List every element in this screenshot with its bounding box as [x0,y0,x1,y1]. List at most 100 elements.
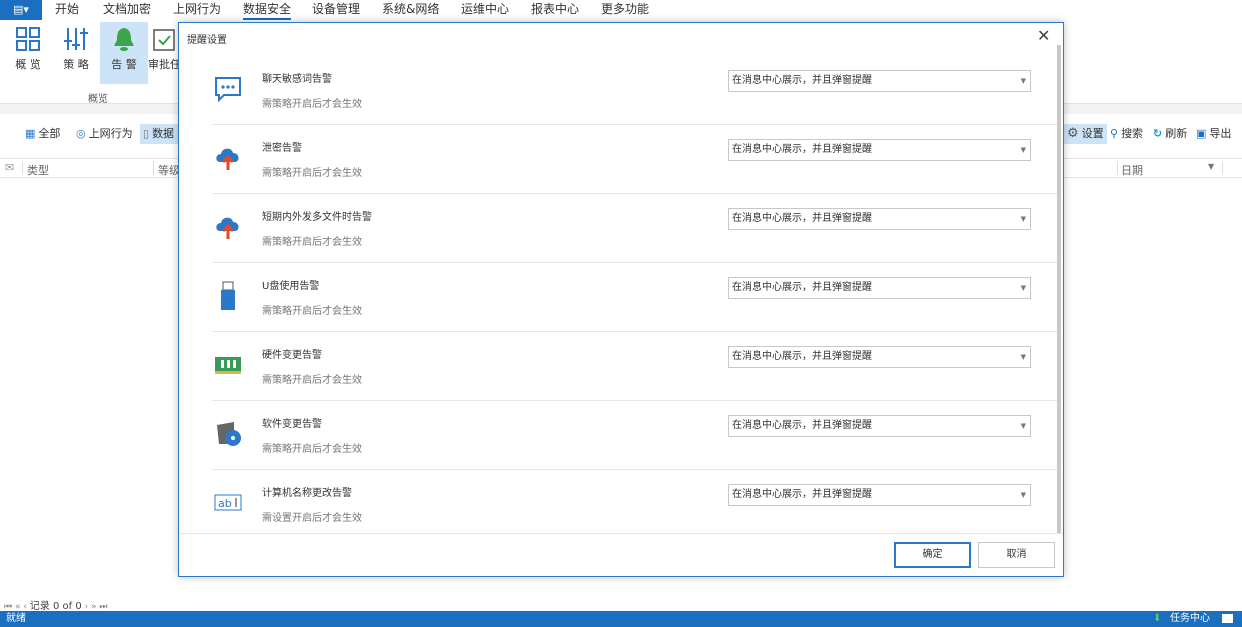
row-title: 短期内外发多文件时告警 [262,212,372,223]
filter-web-label: 上网行为 [88,127,133,140]
document-icon: ▯ [143,127,150,140]
filter-web-behavior[interactable]: ◎ 上网行为 [73,124,136,144]
alert-label: 告 警 [111,58,137,71]
menu-doc-encrypt[interactable]: 文档加密 [103,0,151,20]
overview-button[interactable]: 概 览 [4,22,52,84]
close-icon[interactable]: ✕ [1037,26,1050,45]
row-title: 聊天敏感词告警 [262,74,332,85]
status-text: 就绪 [6,613,26,624]
select-value: 在消息中心展示，并且弹窗提醒 [732,420,872,431]
chevron-down-icon: ▼ [1020,353,1026,361]
chat-icon [212,74,244,104]
filter-all-label: 全部 [38,127,61,140]
list-item: U盘使用告警 需策略开启后才会生效 在消息中心展示，并且弹窗提醒 ▼ [212,263,1057,332]
select-value: 在消息中心展示，并且弹窗提醒 [732,351,872,362]
globe-search-icon: ◎ [76,127,86,140]
grid-icon [4,22,52,56]
dialog-title: 提醒设置 [187,35,227,46]
menu-bar: ▤▾ 开始 文档加密 上网行为 数据安全 设备管理 系统&网络 运维中心 报表中… [0,0,1242,20]
select-value: 在消息中心展示，并且弹窗提醒 [732,489,872,500]
refresh-button[interactable]: ↻ 刷新 [1150,124,1190,144]
row-title: 硬件变更告警 [262,350,322,361]
list-item: ab 计算机名称更改告警 需设置开启后才会生效 在消息中心展示，并且弹窗提醒 ▼ [212,470,1057,539]
column-type[interactable]: 类型 [27,162,49,178]
filter-data-label: 数据 [152,127,175,140]
filter-all[interactable]: ▦ 全部 [22,124,63,144]
chevron-down-icon[interactable]: ▼ [1208,162,1214,171]
ok-button[interactable]: 确定 [894,542,971,568]
download-icon: ⬇ [1153,613,1162,624]
row-hint: 需策略开启后才会生效 [262,375,362,386]
menu-web-behavior[interactable]: 上网行为 [173,0,221,20]
notify-mode-select[interactable]: 在消息中心展示，并且弹窗提醒 ▼ [728,346,1031,368]
rename-icon: ab [212,488,244,518]
select-value: 在消息中心展示，并且弹窗提醒 [732,144,872,155]
clipboard-check-icon [148,22,180,56]
list-item: 硬件变更告警 需策略开启后才会生效 在消息中心展示，并且弹窗提醒 ▼ [212,332,1057,401]
row-title: 计算机名称更改告警 [262,488,352,499]
row-title: 泄密告警 [262,143,302,154]
filter-data[interactable]: ▯ 数据 [140,124,180,144]
row-title: U盘使用告警 [262,281,320,292]
chevron-down-icon: ▼ [1020,146,1026,154]
status-bar: 就绪 ⬇ 任务中心 [0,611,1242,627]
policy-label: 策 略 [63,58,89,71]
software-disc-icon [212,419,244,449]
alert-button[interactable]: 告 警 [100,22,148,84]
panel-toggle-icon[interactable] [1222,614,1233,623]
menu-more[interactable]: 更多功能 [601,0,649,20]
menu-report-center[interactable]: 报表中心 [531,0,579,20]
column-date[interactable]: 日期 [1121,162,1143,178]
select-value: 在消息中心展示，并且弹窗提醒 [732,282,872,293]
export-icon: ▣ [1196,127,1207,140]
refresh-label: 刷新 [1165,127,1188,140]
chevron-down-icon: ▼ [1020,77,1026,85]
approval-button[interactable]: 审批任 [148,22,180,84]
menu-data-security[interactable]: 数据安全 [243,0,292,20]
app-menu-button[interactable]: ▤▾ [0,0,42,20]
cancel-button[interactable]: 取消 [978,542,1055,568]
notify-mode-select[interactable]: 在消息中心展示，并且弹窗提醒 ▼ [728,70,1031,92]
mail-icon: ✉ [5,161,15,174]
list-item: 软件变更告警 需策略开启后才会生效 在消息中心展示，并且弹窗提醒 ▼ [212,401,1057,470]
notify-mode-select[interactable]: 在消息中心展示，并且弹窗提醒 ▼ [728,277,1031,299]
row-hint: 需设置开启后才会生效 [262,513,362,524]
pager: ⏮ « ‹ 记录 0 of 0 › » ⏭ [4,601,108,612]
reminder-settings-dialog: 提醒设置 ✕ 聊天敏感词告警 需策略开启后才会生效 在消息中心展示，并且弹窗提醒… [178,22,1064,577]
settings-button[interactable]: ⚙ 设置 [1064,124,1107,144]
notify-mode-select[interactable]: 在消息中心展示，并且弹窗提醒 ▼ [728,484,1031,506]
scrollbar[interactable] [1057,45,1061,533]
gear-icon: ⚙ [1067,126,1079,141]
export-button[interactable]: ▣ 导出 [1193,124,1234,144]
row-hint: 需策略开启后才会生效 [262,306,362,317]
select-value: 在消息中心展示，并且弹窗提醒 [732,75,872,86]
menu-device-mgmt[interactable]: 设备管理 [312,0,360,20]
chevron-down-icon: ▼ [1020,422,1026,430]
notify-mode-select[interactable]: 在消息中心展示，并且弹窗提醒 ▼ [728,208,1031,230]
search-icon: ⚲ [1110,127,1119,140]
refresh-icon: ↻ [1153,127,1163,140]
bell-icon [100,22,148,56]
notify-mode-select[interactable]: 在消息中心展示，并且弹窗提醒 ▼ [728,415,1031,437]
sliders-icon [52,22,100,56]
svg-text:ab: ab [218,497,232,510]
list-item: 泄密告警 需策略开启后才会生效 在消息中心展示，并且弹窗提醒 ▼ [212,125,1057,194]
policy-button[interactable]: 策 略 [52,22,100,84]
approval-label: 审批任 [148,58,180,71]
chevron-down-icon: ▼ [1020,215,1026,223]
document-menu-icon: ▤▾ [13,3,29,16]
settings-label: 设置 [1081,127,1104,140]
chevron-down-icon: ▼ [1020,284,1026,292]
row-hint: 需策略开启后才会生效 [262,237,362,248]
menu-ops-center[interactable]: 运维中心 [461,0,509,20]
ribbon-group-label: 概览 [88,94,108,105]
menu-system-network[interactable]: 系统&网络 [382,0,439,20]
search-button[interactable]: ⚲ 搜索 [1107,124,1146,144]
task-center-button[interactable]: 任务中心 [1170,611,1210,627]
usb-drive-icon [212,281,244,311]
notify-mode-select[interactable]: 在消息中心展示，并且弹窗提醒 ▼ [728,139,1031,161]
menu-start[interactable]: 开始 [55,0,79,20]
column-level[interactable]: 等级 [158,162,180,178]
cloud-upload-icon [212,143,244,173]
list-item: 短期内外发多文件时告警 需策略开启后才会生效 在消息中心展示，并且弹窗提醒 ▼ [212,194,1057,263]
